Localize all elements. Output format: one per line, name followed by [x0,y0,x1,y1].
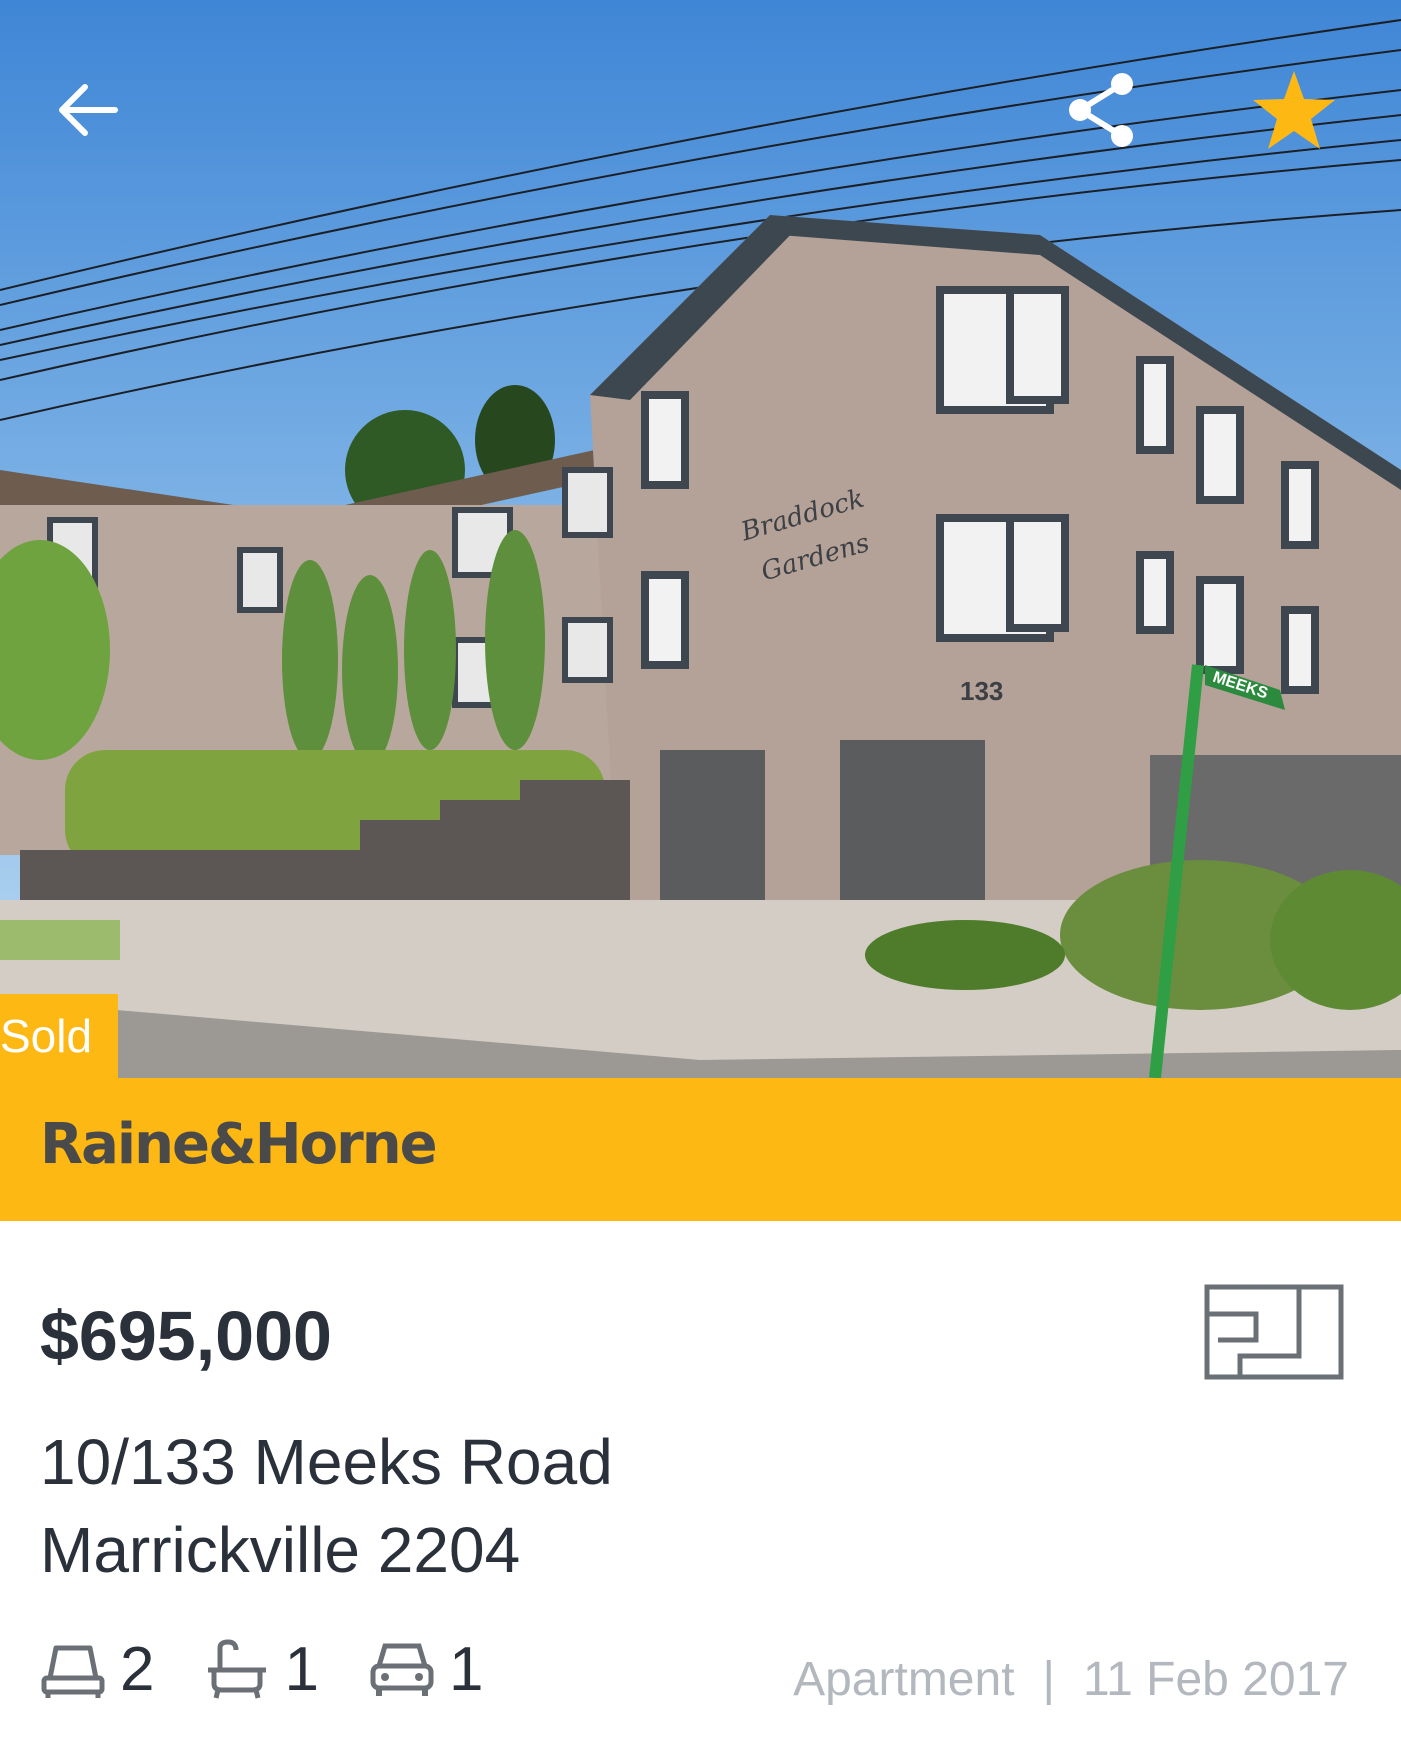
property-type: Apartment [793,1653,1015,1706]
share-button[interactable] [1052,60,1152,160]
status-badge: Sold [0,994,118,1078]
agency-logo: Raine&Horne [40,1112,438,1177]
parking-count: 1 [448,1634,484,1704]
arrow-left-icon [59,84,118,136]
meta-separator: | [1042,1653,1055,1706]
back-button[interactable] [38,60,138,160]
address-line-2: Marrickville 2204 [40,1514,521,1586]
agency-banner[interactable]: Raine&Horne [0,1078,1401,1221]
address-line-1: 10/133 Meeks Road [40,1426,613,1498]
sold-date: 11 Feb 2017 [1083,1653,1349,1706]
bedrooms-feature: 2 [40,1634,154,1705]
bathrooms-feature: 1 [204,1634,319,1705]
car-icon [370,1643,434,1696]
bedrooms-count: 2 [120,1634,155,1704]
bath-icon [208,1639,267,1699]
street-number: 133 [960,676,1003,706]
star-icon [1253,71,1335,149]
bed-icon [41,1645,105,1698]
listing-features: 2 1 1 [40,1634,533,1704]
listing-photo[interactable]: Braddock Gardens 133 MEEKS Sold [0,0,1401,1078]
floorplan-button[interactable] [1204,1284,1344,1380]
building-photo: Braddock Gardens 133 MEEKS [0,0,1401,1078]
bathrooms-count: 1 [284,1634,319,1704]
favorite-button[interactable] [1244,60,1344,160]
floorplan-icon [1204,1284,1344,1380]
listing-price: $695,000 [40,1297,332,1375]
parking-feature: 1 [369,1634,483,1705]
listing-address: 10/133 Meeks Road Marrickville 2204 [40,1418,613,1594]
share-icon [1069,73,1133,147]
listing-meta: Apartment | 11 Feb 2017 [793,1652,1349,1707]
